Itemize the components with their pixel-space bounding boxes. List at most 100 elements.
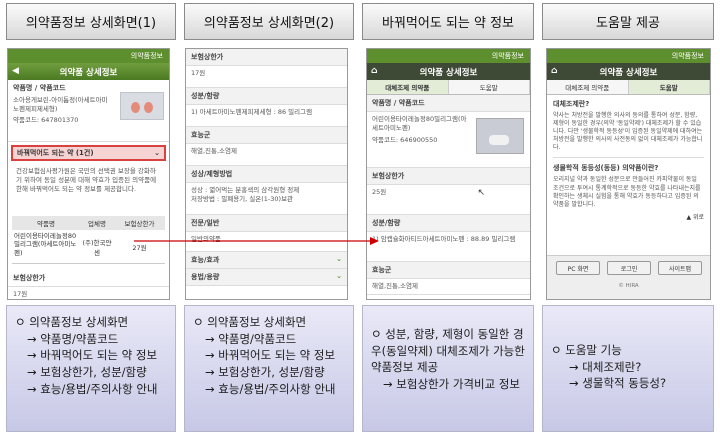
description-item: → 보험상한가, 성분/함량 <box>205 365 325 380</box>
swap-notice: 건강보험심사평가원은 국민의 선택권 보장을 강화하기 위하여 동일 성분에 대… <box>16 167 157 193</box>
login-button[interactable]: 로그인 <box>607 261 651 275</box>
to-top-link[interactable]: ▲ 위로 <box>553 212 704 221</box>
class-label-row: 전문/일반 <box>186 215 347 232</box>
description-4: ㅇ 도움말 기능 → 대체조제란? → 생물학적 동등성? <box>542 305 714 432</box>
price-label-row: 보험상한가 <box>8 270 169 287</box>
drug-label-row: 약품명 / 약품코드 <box>367 95 530 112</box>
help-answer-2: 오리지널 약과 동일한 성분으로 만들어진 카피약물이 동일 조건으로 투여시 … <box>553 176 701 208</box>
title-bar: ⌂ 의약품 상세정보 <box>547 63 710 80</box>
description-item: → 효능/용법/주의사항 안내 <box>205 381 336 396</box>
efficacy-group-label: 효능군 <box>372 266 392 274</box>
description-item: → 보험상한가 가격비교 정보 <box>383 377 520 392</box>
price-value-row: 17원 <box>186 66 347 88</box>
form-value: 성상 : 엷어먹는 분홍색의 삼각원형 정제 <box>191 186 300 194</box>
tab-substitute[interactable]: 대체조제 의약품 <box>367 80 449 94</box>
efficacy-group-label: 효능군 <box>191 131 211 139</box>
description-item: → 약품명/약품코드 <box>205 331 297 346</box>
header-detail-1: 의약품정보 상세화면(1) <box>6 3 176 40</box>
pc-view-button[interactable]: PC 화면 <box>556 261 600 275</box>
drug-info: 약품명 / 약품코드 소아용게보린-아이튬정(아세트아미노펜제피제세형) 약품코… <box>8 80 169 142</box>
chevron-down-icon: ⌄ <box>336 272 342 280</box>
pill-image <box>476 118 524 154</box>
help-question-1: 대체조제란? <box>553 100 590 108</box>
tab-help[interactable]: 도움말 <box>628 80 710 94</box>
help-question-2: 생물학적 동등성(동등) 의약품이란? <box>553 164 659 173</box>
efficacy-group-value: 해열,진통,소염제 <box>191 147 237 155</box>
class-label: 전문/일반 <box>191 219 220 227</box>
chevron-down-icon: ⌄ <box>336 255 342 263</box>
swap-drug-label: 바꿔먹어도 되는 약 (1건) <box>17 149 94 157</box>
efficacy-group-label-row: 효능군 <box>186 127 347 144</box>
form-label-row: 성상/제형방법 <box>186 166 347 183</box>
sitemap-button[interactable]: 사이트맵 <box>658 261 702 275</box>
brand-bar: 의약품정보 <box>367 49 530 63</box>
ingredient-value-row: 1) 아세트아미노펜제피제세형 : 86 밀리그램 <box>186 105 347 127</box>
drug-info: 어린이용타이레놀정80밀리그램(아세트아미노펜) 약품코드: 646900550 <box>367 112 530 168</box>
title-bar: ◀ 의약품 상세정보 <box>8 63 169 80</box>
usage-accordion[interactable]: 용법/용량 ⌄ <box>186 269 347 286</box>
col-company: 업체명 <box>88 220 106 228</box>
price-label: 보험상한가 <box>13 274 46 282</box>
drug-label: 약품명 / 약품코드 <box>372 99 425 107</box>
ingredient-value: 1) 암캡슐화아티드아세트아미노펜 : 88.89 밀리그램 <box>372 235 516 243</box>
tab-substitute[interactable]: 대체조제 의약품 <box>547 80 629 94</box>
efficacy-group-value: 해열,진통,소염제 <box>372 282 418 290</box>
ingredient-value: 1) 아세트아미노펜제피제세형 : 86 밀리그램 <box>191 108 313 116</box>
cursor-icon: ↖ <box>477 188 485 198</box>
form-label: 성상/제형방법 <box>191 170 233 178</box>
price-value: 17원 <box>13 290 28 298</box>
col-name: 약품명 <box>37 220 55 228</box>
efficacy-group-value-row: 해열,진통,소염제 <box>186 144 347 166</box>
description-2: ㅇ 의약품정보 상세화면 → 약품명/약품코드 → 바꿔먹어도 되는 약 정보 … <box>184 305 354 432</box>
ingredient-value-row: 1) 암캡슐화아티드아세트아미노펜 : 88.89 밀리그램 <box>367 232 530 262</box>
drug-name: 어린이용타이레놀정80밀리그램(아세트아미노펜) <box>372 115 467 132</box>
chevron-down-icon: ⌄ <box>154 149 160 157</box>
home-icon[interactable]: ⌂ <box>551 66 557 76</box>
description-item: → 생물학적 동등성? <box>569 376 667 391</box>
description-item: → 효능/용법/주의사항 안내 <box>27 381 158 396</box>
swap-table-header: 약품명 업체명 보험상한가 <box>12 216 165 230</box>
help-content: 대체조제란? 약사는 처방전을 발행한 의사의 동의를 통하여 성분, 함량, … <box>547 95 710 225</box>
drug-name: 소아용게보린-아이튬정(아세트아미노펜제피제세형) <box>13 96 108 113</box>
screen-detail-1: 의약품정보 ◀ 의약품 상세정보 약품명 / 약품코드 소아용게보린-아이튬정(… <box>7 48 170 300</box>
description-title: ㅇ 의약품정보 상세화면 <box>15 315 129 329</box>
screen-title: 의약품 상세정보 <box>59 67 118 78</box>
description-item: → 바꿔먹어도 되는 약 정보 <box>27 348 158 363</box>
price-label-row: 보험상한가 <box>367 168 530 185</box>
storage-value: 저장방법 : 밀폐용기, 실온(1-30)보관 <box>191 194 294 203</box>
row-company: (주)한국얀센 <box>82 238 112 257</box>
page: 의약품정보 상세화면(1) 의약품정보 상세화면(2) 바꿔먹어도 되는 약 정… <box>0 0 720 437</box>
description-item: → 보험상한가, 성분/함량 <box>27 365 147 380</box>
pill-image <box>120 92 164 120</box>
back-arrow-icon[interactable]: ◀ <box>12 66 19 76</box>
help-answer-1: 약사는 처방전을 발행한 의사의 동의를 통하여 성분, 함량, 제형이 동일한… <box>553 112 703 152</box>
description-title: ㅇ 의약품정보 상세화면 <box>193 315 307 329</box>
tab-bar: 대체조제 의약품 도움말 <box>547 80 710 95</box>
swap-drug-row[interactable]: 바꿔먹어도 되는 약 (1건) ⌄ <box>11 145 166 161</box>
title-bar: ⌂ 의약품 상세정보 <box>367 63 530 80</box>
brand-bar: 의약품정보 <box>8 49 169 63</box>
ingredient-label-row: 성분/함량 <box>186 88 347 105</box>
description-item: → 대체조제란? <box>569 359 642 374</box>
connector-arrow <box>134 237 379 245</box>
price-value-row: 25원 ↖ <box>367 185 530 215</box>
screen-title: 의약품 상세정보 <box>419 67 478 78</box>
row-drug-name[interactable]: 어린이용타이레놀정80밀리그램(아세트아미노펜) <box>12 230 80 263</box>
header-detail-2: 의약품정보 상세화면(2) <box>184 3 354 40</box>
efficacy-accordion[interactable]: 효능/효과 ⌄ <box>186 252 347 269</box>
ingredient-label-row: 성분/함량 <box>367 215 530 232</box>
usage-label: 용법/용량 <box>191 273 220 281</box>
price-value: 25원 <box>372 188 387 196</box>
description-title: ㅇ 도움말 기능 <box>551 343 622 357</box>
price-label: 보험상한가 <box>372 172 405 180</box>
description-item: → 바꿔먹어도 되는 약 정보 <box>205 348 336 363</box>
price-value: 17원 <box>191 69 206 77</box>
header-help: 도움말 제공 <box>542 3 714 40</box>
tab-help[interactable]: 도움말 <box>448 80 530 94</box>
home-icon[interactable]: ⌂ <box>371 66 377 76</box>
screen-title: 의약품 상세정보 <box>599 67 658 78</box>
footer-copyright: © HIRA <box>618 283 639 289</box>
efficacy-label: 효능/효과 <box>191 256 220 264</box>
description-title: ㅇ 성분, 함량, 제형이 동일한 경우(동일약제) 대체조제가 가능한 약품정… <box>371 327 525 375</box>
ingredient-label: 성분/함량 <box>191 92 220 100</box>
